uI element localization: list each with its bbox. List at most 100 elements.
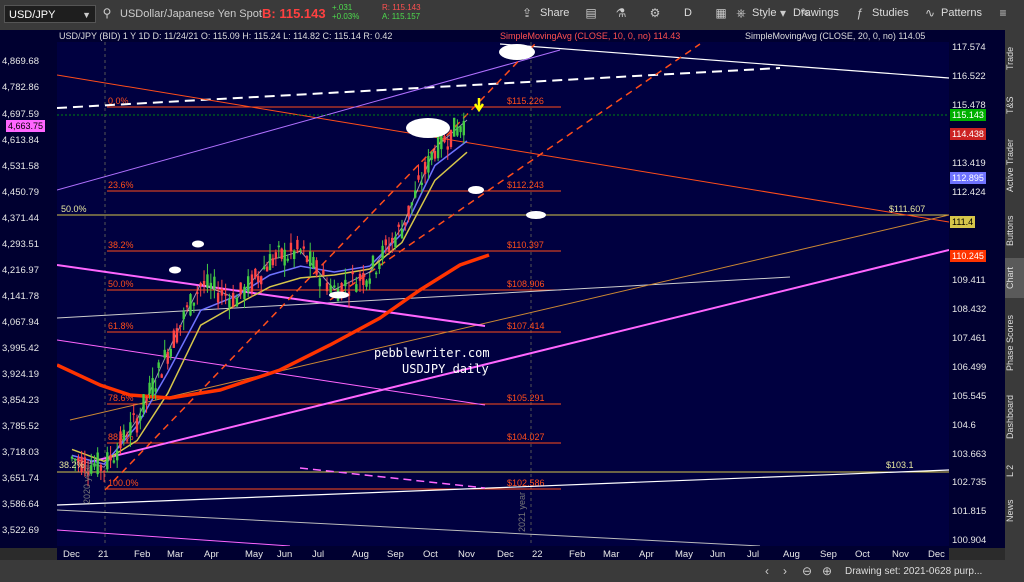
candle-body <box>318 278 322 287</box>
candle-body <box>378 263 381 269</box>
symbol-selector[interactable]: USD/JPY ▼ <box>4 5 96 23</box>
candle-body <box>443 135 446 143</box>
share-icon[interactable]: ⇪ <box>520 6 534 20</box>
forward-icon[interactable]: › <box>778 564 792 578</box>
white-trendline-mid <box>57 276 791 319</box>
candle-body <box>185 305 189 308</box>
studies-button[interactable]: Studies <box>872 7 909 19</box>
sidebar-item-ts[interactable]: T&S <box>1005 90 1024 120</box>
zoom-out-icon[interactable]: ⊖ <box>800 564 814 578</box>
candle-body <box>172 330 175 348</box>
candle-body <box>189 294 192 316</box>
left-axis-label: 4,450.79 <box>2 187 39 198</box>
menu-icon[interactable]: ≡ <box>996 6 1010 20</box>
printer-icon[interactable]: ▤ <box>584 6 598 20</box>
left-axis-label: 4,371.44 <box>2 213 39 224</box>
candle-body <box>355 284 358 292</box>
left-axis-label: 4,531.58 <box>2 161 39 172</box>
range-value: R: 115.143 <box>382 3 421 12</box>
candle-body <box>462 121 465 136</box>
candle-body <box>362 272 365 286</box>
right-axis-label: 102.735 <box>952 477 987 488</box>
drawing-set-label[interactable]: Drawing set: 2021-0628 purp... <box>845 566 982 577</box>
candle-body <box>196 292 199 294</box>
candle-body <box>404 222 407 226</box>
fib-price-label: $112.243 <box>507 180 544 190</box>
sidebar-item-chart[interactable]: Chart <box>1005 258 1024 298</box>
left-axis-label: 4,293.51 <box>2 239 39 250</box>
candle-body <box>235 297 239 307</box>
candle-body <box>220 288 224 296</box>
sidebar-item-dashboard[interactable]: Dashboard <box>1005 386 1024 448</box>
candle-body <box>325 283 329 292</box>
candle-body <box>433 150 437 159</box>
fib-pct-label: 23.6% <box>108 180 134 190</box>
candle-body <box>394 236 397 247</box>
highlight-ellipse <box>192 240 204 248</box>
share-button[interactable]: Share <box>540 7 569 19</box>
sidebar-item-trade[interactable]: Trade <box>1005 36 1024 80</box>
left-axis-label: 3,785.52 <box>2 421 39 432</box>
sidebar-item-news[interactable]: News <box>1005 496 1024 526</box>
x-axis-label: Nov <box>458 549 475 560</box>
fib-price-label: $115.226 <box>507 96 544 106</box>
candle-body <box>322 269 325 276</box>
chart-canvas[interactable]: 0.0% $115.226 23.6% $112.243 38.2% $110.397 50… <box>57 42 949 546</box>
candle-body <box>400 228 404 239</box>
candle-body <box>257 275 260 283</box>
candle-body <box>309 251 312 267</box>
back-icon[interactable]: ‹ <box>760 564 774 578</box>
fib-price-label: $104.027 <box>507 432 545 442</box>
candle-body <box>391 237 394 243</box>
fib-price-label: $105.291 <box>507 393 545 403</box>
flask-icon[interactable]: ⚗ <box>614 6 628 20</box>
x-axis-label: Dec <box>63 549 80 560</box>
candle-body <box>459 126 462 133</box>
series-line-2 <box>71 151 468 463</box>
right-sidebar: Trade T&S Active Trader Buttons Chart Ph… <box>1005 30 1024 560</box>
candle-body <box>365 280 368 287</box>
style-button[interactable]: Style <box>752 7 776 19</box>
fib-pct-label: 100.0% <box>108 478 139 488</box>
gear-icon[interactable]: ⚙ <box>648 6 662 20</box>
year-2021-label: 2021 year <box>517 491 527 532</box>
grid-icon[interactable]: ▦ <box>714 6 728 20</box>
sidebar-item-phase-scores[interactable]: Phase Scores <box>1005 306 1024 380</box>
sidebar-item-buttons[interactable]: Buttons <box>1005 208 1024 254</box>
chevron-down-icon[interactable]: ▼ <box>82 6 91 24</box>
drawings-button[interactable]: Drawings <box>793 7 839 19</box>
fib-price-label: $110.397 <box>507 240 544 250</box>
style-icon[interactable]: ⎈ <box>734 6 748 20</box>
candle-body <box>106 452 109 470</box>
candle-body <box>199 283 202 286</box>
candle-body <box>142 394 145 413</box>
candle-body <box>351 271 354 275</box>
right-price-tag-yellow: 111.4 <box>950 216 976 228</box>
candle-body <box>160 374 163 378</box>
link-icon[interactable]: ⚲ <box>100 6 114 20</box>
patterns-button[interactable]: Patterns <box>941 7 982 19</box>
candle-body <box>216 292 220 303</box>
highlight-ellipse <box>169 266 181 274</box>
candle-body <box>299 249 302 251</box>
candle-body <box>102 471 106 473</box>
sidebar-item-l2[interactable]: L 2 <box>1005 458 1024 484</box>
candle-body <box>182 311 185 320</box>
x-axis-label: Sep <box>387 549 404 560</box>
patterns-icon[interactable]: ∿ <box>923 6 937 20</box>
change-block: +.031 +0.03% <box>332 3 359 21</box>
left-axis-label: 4,613.84 <box>2 135 39 146</box>
style-chevron-icon[interactable]: ▾ <box>776 6 790 20</box>
candle-body <box>154 388 157 392</box>
candle-body <box>456 126 459 136</box>
x-axis-label: Apr <box>639 549 654 560</box>
bid-price: B: 115.143 <box>262 6 326 21</box>
zoom-in-icon[interactable]: ⊕ <box>820 564 834 578</box>
candle-body <box>119 431 122 449</box>
watermark-symbol: USDJPY daily <box>402 362 489 376</box>
studies-icon[interactable]: ƒ <box>853 6 867 20</box>
aggregation-button[interactable]: D <box>684 7 692 19</box>
sidebar-item-active-trader[interactable]: Active Trader <box>1005 126 1024 204</box>
right-axis-label: 104.6 <box>952 420 976 431</box>
toolbar: USD/JPY ▼ ⚲ USDollar/Japanese Yen Spot B… <box>0 0 1024 31</box>
